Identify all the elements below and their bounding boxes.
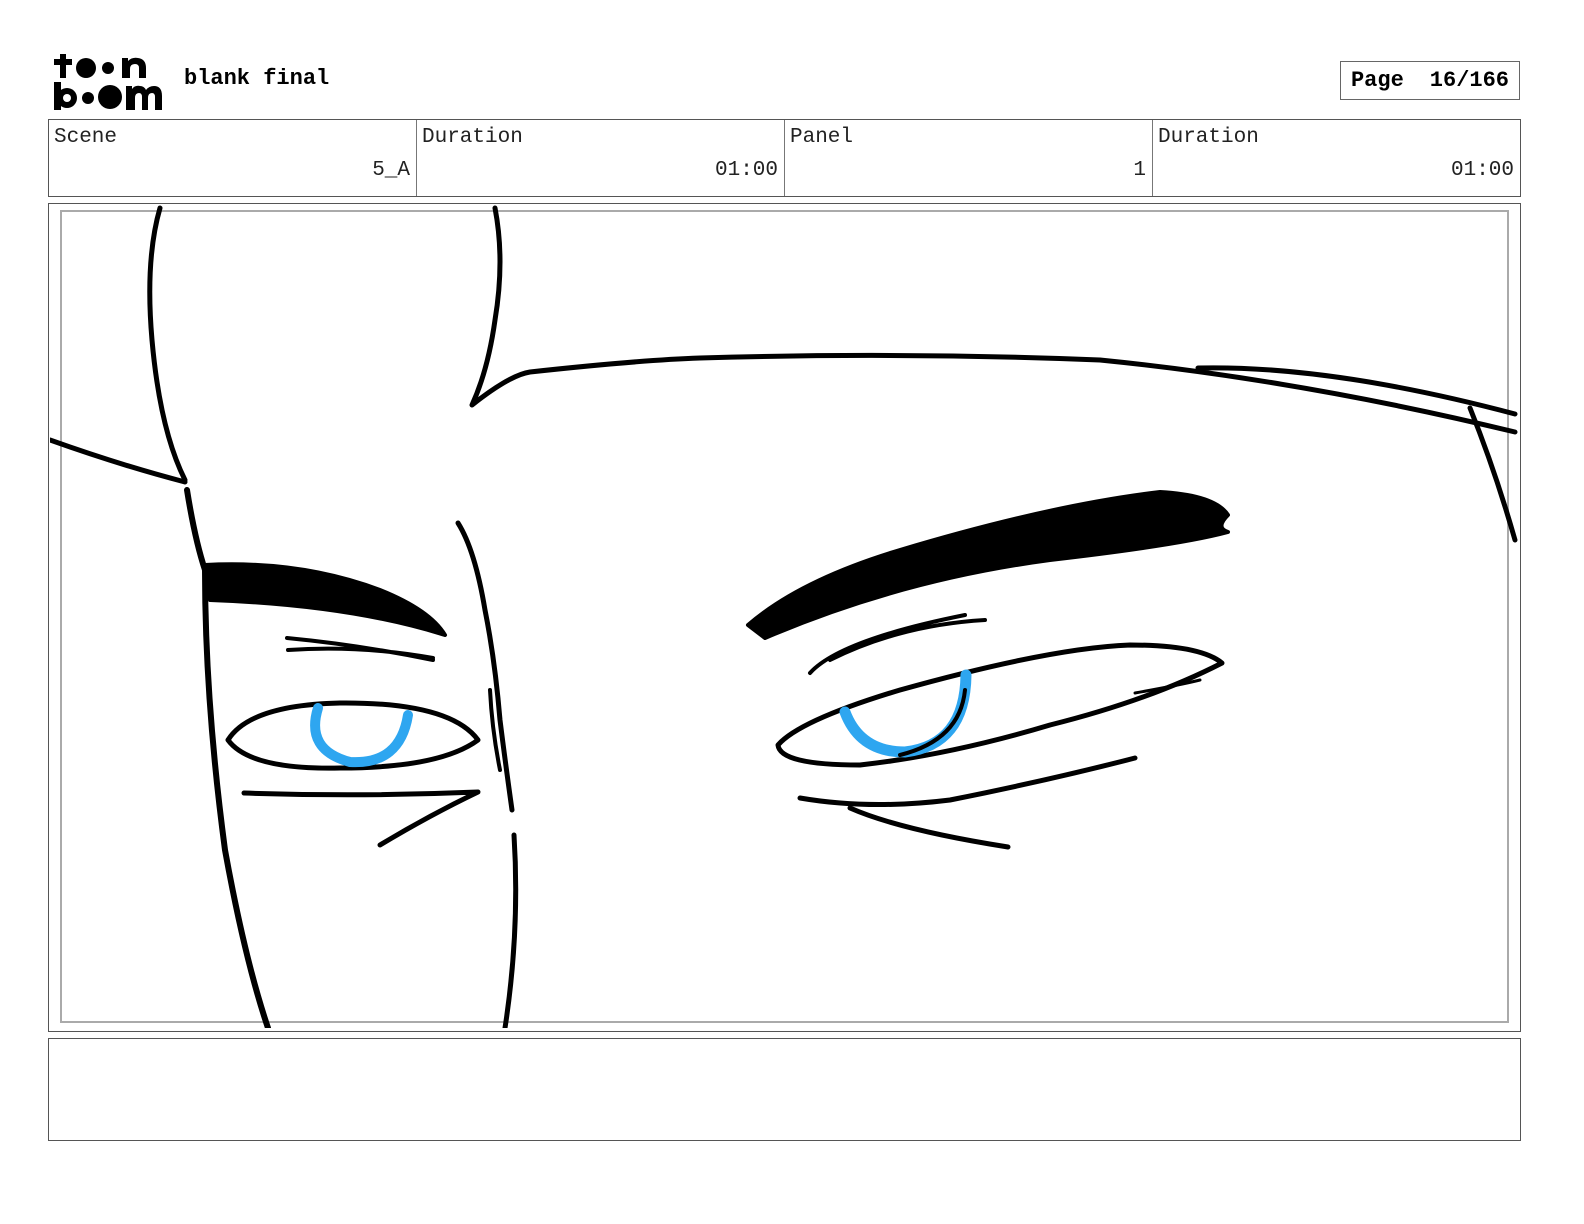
stroke-left-brow — [203, 562, 447, 637]
left-iris — [310, 703, 413, 768]
right-eye-outline — [775, 642, 1225, 768]
stroke-left-head — [147, 205, 188, 483]
stroke-right-brow — [746, 490, 1230, 640]
notes-box[interactable] — [48, 1038, 1521, 1141]
